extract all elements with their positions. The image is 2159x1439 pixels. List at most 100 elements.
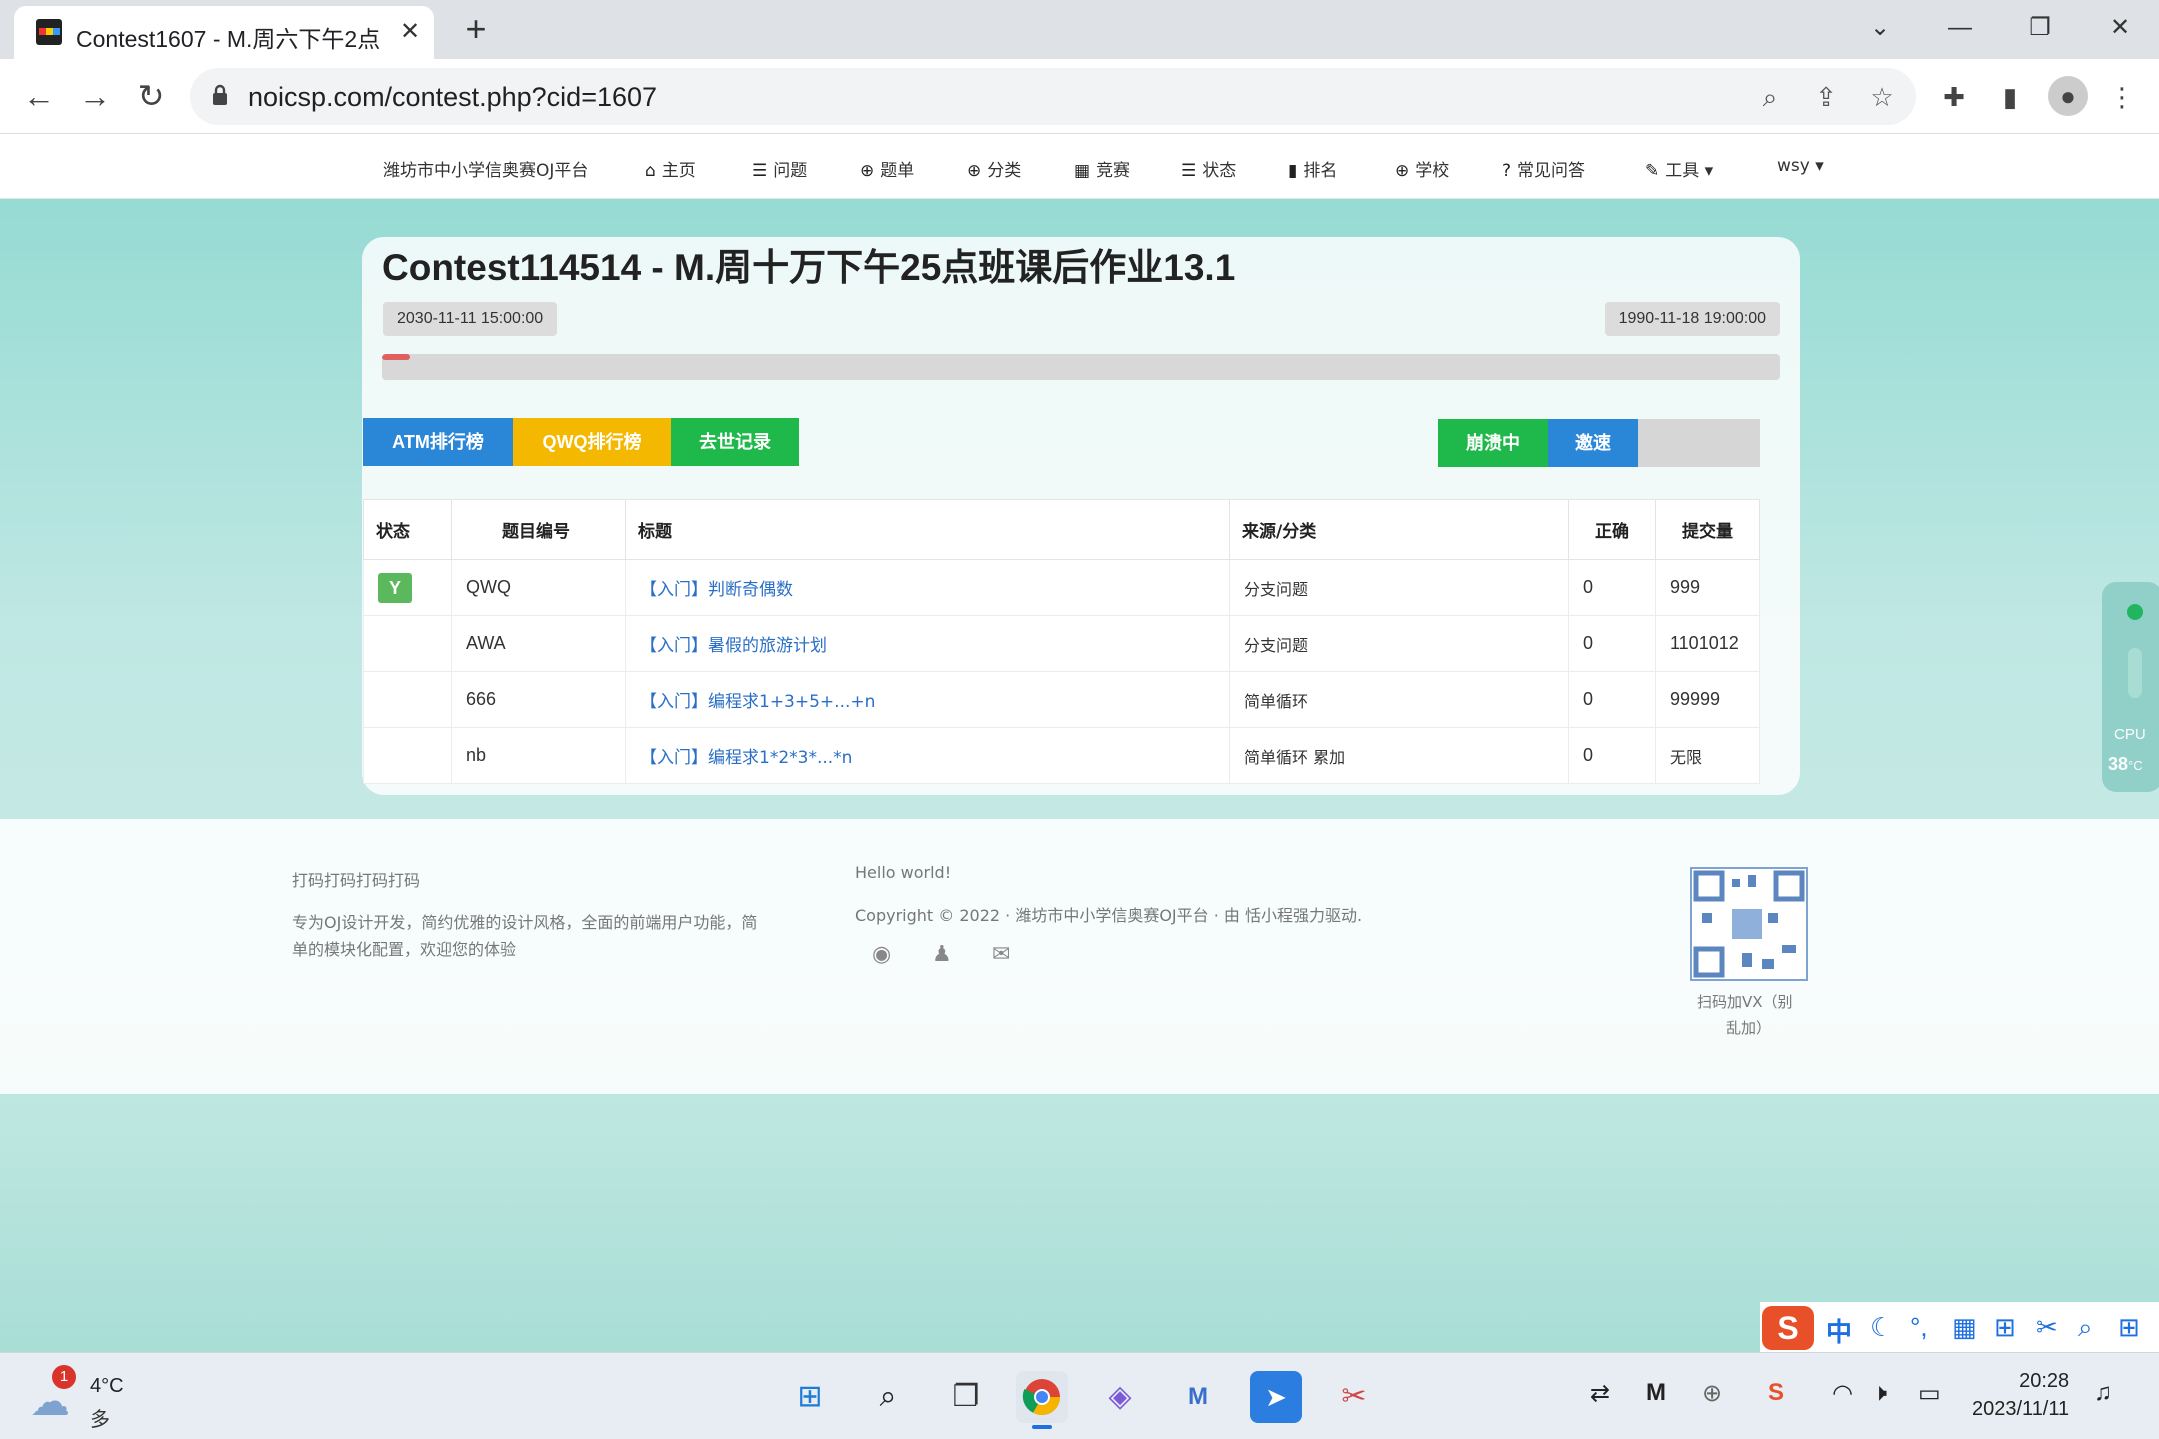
invite-speed-button[interactable]: 邀速: [1548, 419, 1638, 467]
minimize-button[interactable]: —: [1940, 8, 1980, 48]
site-footer: 打码打码打码打码 专为OJ设计开发，简约优雅的设计风格，全面的前端用户功能，简 …: [0, 819, 2159, 1094]
nav-faq[interactable]: ? 常见问答: [1502, 156, 1585, 181]
problem-title-link[interactable]: 【入门】判断奇偶数: [625, 559, 1230, 616]
translate-icon[interactable]: ⊞: [1994, 1312, 2016, 1343]
tray-ime-icon[interactable]: ⊕: [1702, 1379, 1722, 1408]
source-cell[interactable]: 简单循环: [1229, 671, 1569, 728]
nav-contests[interactable]: ▦ 竞赛: [1074, 156, 1130, 181]
nav-categories[interactable]: ⊕ 分类: [967, 156, 1021, 181]
ime-mode-toggle[interactable]: 中: [1826, 1312, 1852, 1349]
table-row: Y QWQ 【入门】判断奇偶数 分支问题 0 999: [363, 559, 1760, 616]
taskbar-search-icon[interactable]: ⌕: [862, 1371, 914, 1423]
header-submits[interactable]: 提交量: [1655, 499, 1760, 560]
search-icon[interactable]: ⌕: [2078, 1312, 2093, 1344]
task-view-icon[interactable]: ❐: [940, 1371, 992, 1423]
zoom-icon[interactable]: ⌕: [1752, 79, 1788, 115]
windows-start-icon[interactable]: ⊞: [784, 1371, 836, 1423]
grid-menu-icon[interactable]: ⊞: [2118, 1312, 2140, 1343]
address-bar[interactable]: noicsp.com/contest.php?cid=1607 ⌕ ⇪ ☆: [190, 68, 1916, 125]
table-row: 666 【入门】编程求1+3+5+...+n 简单循环 0 99999: [363, 671, 1760, 728]
header-source[interactable]: 来源/分类: [1229, 499, 1569, 560]
moon-icon[interactable]: ☾: [1870, 1312, 1893, 1343]
extensions-puzzle-icon[interactable]: ✚: [1936, 79, 1972, 115]
clock-time: 20:28: [2019, 1370, 2070, 1392]
table-row: AWA 【入门】暑假的旅游计划 分支问题 0 1101012: [363, 615, 1760, 672]
nav-status[interactable]: ☰ 状态: [1181, 156, 1236, 181]
lock-icon: [213, 84, 227, 105]
nav-label: 主页: [661, 161, 696, 181]
cpu-gauge: [2128, 648, 2142, 698]
tab-title: Contest1607 - M.周六下午2点: [76, 26, 381, 52]
site-favicon-icon: [36, 19, 62, 45]
restore-button[interactable]: ❐: [2020, 8, 2060, 48]
site-navbar: 潍坊市中小学信奥赛OJ平台 ⌂ 主页 ☰ 问题 ⊕ 题单 ⊕ 分类 ▦ 竞赛 ☰ 状态 ▮ 排…: [0, 134, 2159, 199]
header-title[interactable]: 标题: [625, 499, 1230, 560]
email-icon[interactable]: ✉: [992, 941, 1010, 968]
death-record-button[interactable]: 去世记录: [671, 418, 799, 466]
copilot-icon[interactable]: ◈: [1094, 1371, 1146, 1423]
footer-left-desc-2: 单的模块化配置，欢迎您的体验: [292, 940, 517, 959]
nav-tools-dropdown[interactable]: ✎ 工具 ▾: [1645, 156, 1713, 181]
wechat-qr-code: [1690, 867, 1808, 981]
nav-schools[interactable]: ⊕ 学校: [1395, 156, 1449, 181]
status-cell: [363, 671, 452, 728]
menu-dots-icon[interactable]: ⋮: [2104, 79, 2140, 115]
source-cell[interactable]: 分支问题: [1229, 615, 1569, 672]
nav-label: 分类: [987, 161, 1022, 181]
close-window-button[interactable]: ✕: [2100, 8, 2140, 48]
atm-ranking-button[interactable]: ATM排行榜: [363, 418, 513, 466]
back-arrow-icon[interactable]: ←: [16, 73, 62, 119]
sogou-ime-icon[interactable]: S: [1762, 1306, 1814, 1350]
header-status[interactable]: 状态: [363, 499, 452, 560]
problem-title-link[interactable]: 【入门】编程求1+3+5+...+n: [625, 671, 1230, 728]
profile-avatar-icon[interactable]: ●: [2048, 76, 2088, 116]
close-tab-icon[interactable]: ✕: [394, 16, 426, 48]
tray-settings-icon[interactable]: ⇄: [1590, 1379, 1610, 1408]
wechat-icon[interactable]: ◉: [872, 941, 891, 968]
nav-problem-sets[interactable]: ⊕ 题单: [860, 156, 914, 181]
bookmark-star-icon[interactable]: ☆: [1864, 79, 1900, 115]
nav-problems[interactable]: ☰ 问题: [752, 156, 807, 181]
site-brand[interactable]: 潍坊市中小学信奥赛OJ平台: [383, 156, 588, 181]
nav-home[interactable]: ⌂ 主页: [645, 156, 696, 181]
crashing-status-button[interactable]: 崩溃中: [1438, 419, 1548, 467]
qwq-ranking-button[interactable]: QWQ排行榜: [513, 418, 671, 466]
scissors-icon[interactable]: ✂: [2036, 1312, 2058, 1343]
feishu-app-icon[interactable]: ➤: [1250, 1371, 1302, 1423]
source-cell[interactable]: 简单循环 累加: [1229, 727, 1569, 784]
problem-title-link[interactable]: 【入门】编程求1*2*3*...*n: [625, 727, 1230, 784]
reload-icon[interactable]: ↻: [128, 73, 174, 119]
volume-muted-icon[interactable]: 🕨: [1872, 1379, 1887, 1407]
side-panel-icon[interactable]: ▮: [1992, 79, 2028, 115]
calendar-icon: ▦: [1074, 161, 1091, 181]
header-problem-id[interactable]: 题目编号: [451, 499, 626, 560]
problem-title-link[interactable]: 【入门】暑假的旅游计划: [625, 615, 1230, 672]
new-tab-button[interactable]: +: [456, 10, 496, 50]
keyboard-icon[interactable]: ▦: [1952, 1312, 1977, 1343]
cpu-temp-widget[interactable]: CPU 38°C: [2102, 582, 2159, 792]
snipping-tool-icon[interactable]: ✂: [1328, 1371, 1380, 1423]
nav-label: 学校: [1415, 161, 1450, 181]
tab-search-chevron-icon[interactable]: ⌄: [1860, 8, 1900, 48]
notification-bell-icon[interactable]: ♫: [2094, 1379, 2112, 1407]
nav-ranking[interactable]: ▮ 排名: [1288, 156, 1337, 181]
tray-app-icon[interactable]: M: [1646, 1379, 1666, 1407]
ime-toolbar: S 中 ☾ °, ▦ ⊞ ✂ ⌕ ⊞: [1760, 1302, 2159, 1352]
home-icon: ⌂: [645, 161, 656, 181]
qq-icon[interactable]: ♟: [932, 941, 952, 968]
browser-tab[interactable]: Contest1607 - M.周六下午2点 ✕: [14, 6, 434, 59]
system-clock[interactable]: 20:28 2023/11/11: [1972, 1367, 2069, 1423]
contest-end-time: 1990-11-18 19:00:00: [1604, 302, 1780, 336]
chrome-icon[interactable]: [1016, 1371, 1068, 1429]
battery-icon[interactable]: ▭: [1918, 1379, 1941, 1408]
forward-arrow-icon[interactable]: →: [72, 73, 118, 119]
header-correct[interactable]: 正确: [1568, 499, 1656, 560]
user-menu-dropdown[interactable]: wsy ▾: [1777, 156, 1824, 176]
share-icon[interactable]: ⇪: [1808, 79, 1844, 115]
punctuation-icon[interactable]: °,: [1910, 1312, 1928, 1343]
wifi-icon[interactable]: ◠: [1832, 1379, 1853, 1408]
notes-app-icon[interactable]: M: [1172, 1371, 1224, 1423]
source-cell[interactable]: 分支问题: [1229, 559, 1569, 616]
tray-sogou-icon[interactable]: S: [1768, 1379, 1784, 1407]
cpu-label: CPU: [2114, 726, 2146, 743]
